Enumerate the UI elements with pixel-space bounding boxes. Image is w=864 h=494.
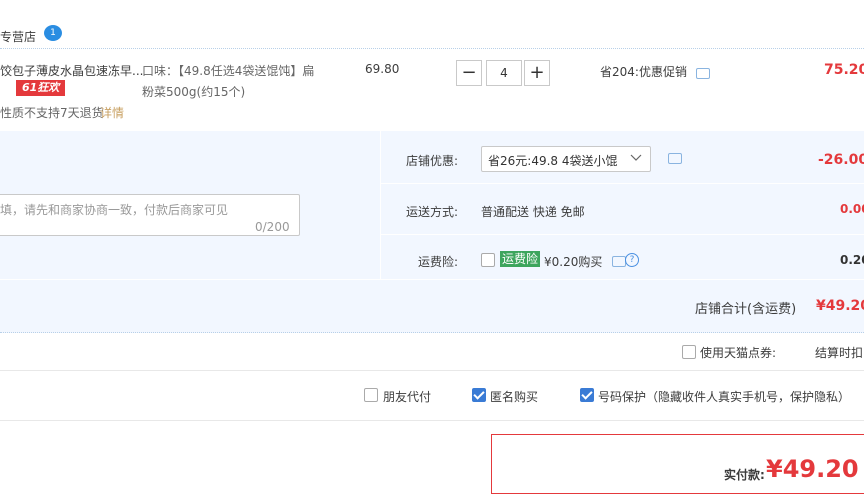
insurance-chat-icon[interactable] <box>612 256 626 267</box>
freight-insurance-checkbox[interactable] <box>481 253 495 267</box>
anonymous-label: 匿名购买 <box>490 390 539 404</box>
shipping-label: 运送方式: <box>406 205 459 219</box>
store-name[interactable]: 专营店 <box>0 28 36 45</box>
shipping-method: 普通配送 快递 免邮 <box>481 205 585 219</box>
panel-divider-3 <box>0 279 864 280</box>
sku-line-1: 口味：【49.8任选4袋送馄饨】扁 <box>142 64 315 78</box>
options-divider <box>0 420 864 421</box>
memo-char-count: 0/200 <box>255 220 290 234</box>
store-total-value: ¥49.20 <box>816 298 864 314</box>
item-subtotal: 75.20 <box>824 62 864 78</box>
coupon-label: 使用天猫点券: <box>700 346 777 360</box>
store-discount-label: 店铺优惠: <box>406 154 459 168</box>
number-protect-label: 号码保护（隐藏收件人真实手机号，保护隐私） <box>598 390 851 404</box>
friend-pay-label: 朋友代付 <box>383 390 432 404</box>
help-icon[interactable]: ? <box>625 253 639 267</box>
return-details-link[interactable]: 详情 <box>100 104 124 121</box>
store-discount-value: -26.00 <box>818 152 864 168</box>
promo-tag: 61狂欢 <box>16 80 66 96</box>
panel-divider-2 <box>380 234 864 235</box>
coupon-divider <box>0 370 864 371</box>
return-policy: 性质不支持7天退货 <box>0 106 104 120</box>
store-discount-info-icon[interactable] <box>668 153 682 164</box>
freight-insurance-tag: 运费险 <box>500 251 541 267</box>
coupon-settle-text: 结算时扣 <box>815 346 864 360</box>
memo-placeholder: 填，请先和商家协商一致，付款后商家可见 <box>0 203 229 217</box>
sku-line-2: 粉菜500g(约15个) <box>142 85 246 99</box>
store-header <box>0 0 864 49</box>
qty-decrease-button[interactable]: − <box>456 60 482 86</box>
discount-info-icon[interactable] <box>696 68 710 79</box>
coupon-checkbox[interactable] <box>682 345 696 359</box>
chevron-down-icon <box>630 154 642 161</box>
panel-divider-1 <box>380 183 864 184</box>
freight-insurance-value: 0.20 <box>840 253 864 267</box>
friend-pay-checkbox[interactable] <box>364 388 378 402</box>
unit-price: 69.80 <box>365 62 400 76</box>
store-discount-option: 省26元:49.8 4袋送小馄 <box>488 154 618 168</box>
qty-increase-button[interactable]: + <box>524 60 550 86</box>
payment-amount: ¥49.20 <box>766 455 859 483</box>
item-discount: 省204:优惠促销 <box>600 65 687 79</box>
shipping-price: 0.00 <box>840 202 864 216</box>
number-protect-checkbox[interactable] <box>580 388 594 402</box>
store-total-label: 店铺合计(含运费) <box>695 302 797 317</box>
qty-input[interactable]: 4 <box>486 60 522 86</box>
payment-label: 实付款: <box>724 468 765 482</box>
panel-divider-vertical <box>380 131 381 279</box>
freight-insurance-label: 运费险: <box>418 255 459 269</box>
wangwang-chat-icon[interactable]: 1 <box>44 25 62 41</box>
freight-insurance-price: ¥0.20购买 <box>544 255 603 269</box>
anonymous-checkbox[interactable] <box>472 388 486 402</box>
item-title[interactable]: 饺包子薄皮水晶包速冻早... <box>0 62 143 79</box>
